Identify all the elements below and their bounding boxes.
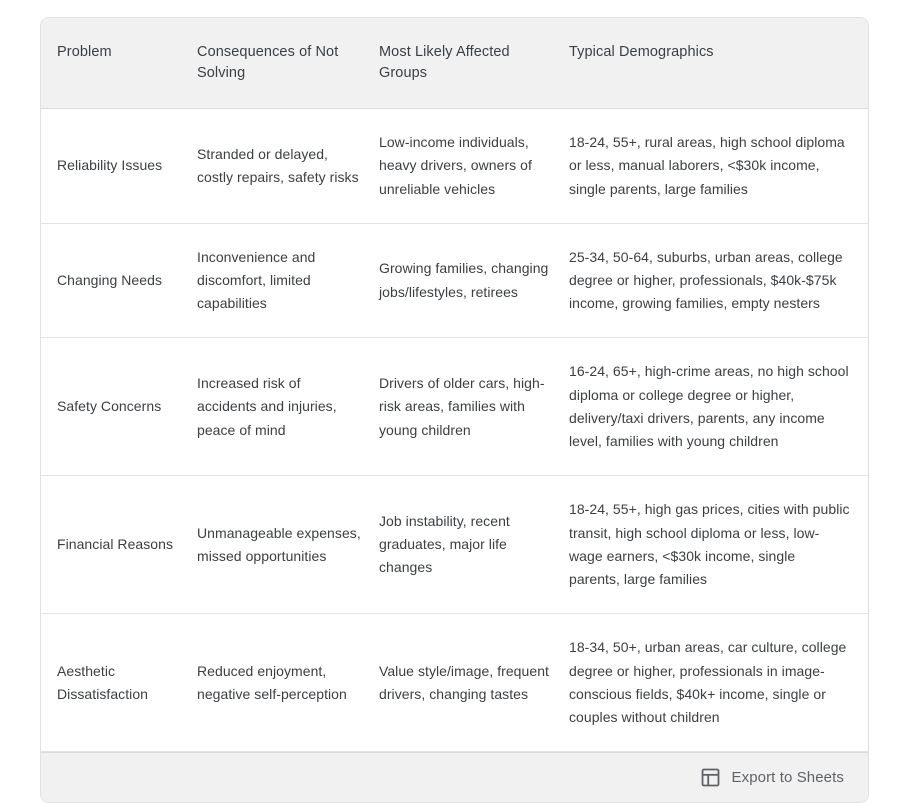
cell-consequences: Reduced enjoyment, negative self-percept… [197,662,347,702]
cell-consequences: Increased risk of accidents and injuries… [197,375,337,438]
cell-problem: Aesthetic Dissatisfaction [57,662,149,702]
export-to-sheets-button[interactable]: Export to Sheets [695,764,851,791]
export-to-sheets-label: Export to Sheets [731,769,844,787]
table-footer: Export to Sheets [41,752,868,803]
cell-demographics: 18-34, 50+, urban areas, car culture, co… [569,639,847,726]
cell-demographics: 25-34, 50-64, suburbs, urban areas, coll… [569,248,843,312]
table-row: Aesthetic Dissatisfaction Reduced enjoym… [41,614,868,753]
cell-problem: Changing Needs [57,271,162,288]
cell-consequences: Inconvenience and discomfort, limited ca… [197,248,316,312]
cell-problem: Financial Reasons [57,536,174,553]
column-header-affected-groups: Most Likely Affected Groups [379,44,510,82]
cell-consequences: Unmanageable expenses, missed opportunit… [197,524,361,564]
table-row: Reliability Issues Stranded or delayed, … [41,109,868,224]
cell-affected-groups: Job instability, recent graduates, major… [379,512,510,576]
column-header-consequences: Consequences of Not Solving [197,44,339,82]
results-table-card: Problem Consequences of Not Solving Most… [40,17,869,803]
table-row: Safety Concerns Increased risk of accide… [41,338,868,477]
cell-demographics: 16-24, 65+, high-crime areas, no high sc… [569,363,849,450]
cell-demographics: 18-24, 55+, rural areas, high school dip… [569,134,845,197]
cell-consequences: Stranded or delayed, costly repairs, saf… [197,145,359,185]
table-header-row: Problem Consequences of Not Solving Most… [41,18,868,110]
cell-affected-groups: Drivers of older cars, high-risk areas, … [379,375,545,438]
cell-affected-groups: Low-income individuals, heavy drivers, o… [379,134,532,197]
cell-affected-groups: Value style/image, frequent drivers, cha… [379,662,549,702]
cell-problem: Safety Concerns [57,398,162,415]
column-header-demographics: Typical Demographics [569,44,714,60]
cell-affected-groups: Growing families, changing jobs/lifestyl… [379,260,549,300]
table-row: Changing Needs Inconvenience and discomf… [41,223,868,339]
cell-problem: Reliability Issues [57,157,163,174]
cell-demographics: 18-24, 55+, high gas prices, cities with… [569,501,850,588]
table-row: Financial Reasons Unmanageable expenses,… [41,476,868,615]
sheets-table-icon [701,768,720,787]
column-header-problem: Problem [57,44,112,60]
